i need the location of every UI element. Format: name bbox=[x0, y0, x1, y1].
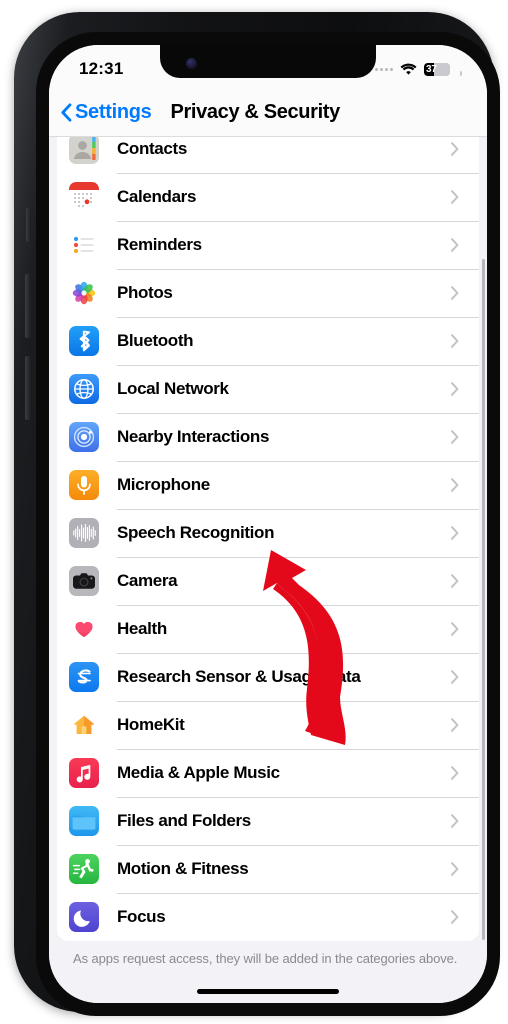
list-item-label: Microphone bbox=[117, 475, 210, 494]
chevron-right-icon bbox=[451, 382, 459, 396]
list-item[interactable]: Files and Folders bbox=[57, 797, 479, 845]
chevron-right-icon bbox=[451, 334, 459, 348]
list-item[interactable]: Camera bbox=[57, 557, 479, 605]
reminders-icon bbox=[69, 230, 99, 260]
list-item-label: Research Sensor & Usage Data bbox=[117, 667, 361, 686]
list-item[interactable]: Media & Apple Music bbox=[57, 749, 479, 797]
list-footnote: As apps request access, they will be add… bbox=[73, 951, 458, 966]
chevron-right-icon bbox=[451, 670, 459, 684]
list-item-label: HomeKit bbox=[117, 715, 185, 734]
list-item-label: Motion & Fitness bbox=[117, 859, 249, 878]
list-item[interactable]: Motion & Fitness bbox=[57, 845, 479, 893]
motion-fitness-icon bbox=[69, 854, 99, 884]
photos-icon bbox=[69, 278, 99, 308]
list-item-label: Health bbox=[117, 619, 167, 638]
local-network-icon bbox=[69, 374, 99, 404]
privacy-permissions-list: Contacts Calendars Reminders Photos Blue… bbox=[57, 137, 479, 941]
list-item[interactable]: Bluetooth bbox=[57, 317, 479, 365]
chevron-right-icon bbox=[451, 286, 459, 300]
settings-scroll-view[interactable]: Contacts Calendars Reminders Photos Blue… bbox=[49, 137, 487, 1003]
list-item[interactable]: Speech Recognition bbox=[57, 509, 479, 557]
list-item[interactable]: Research Sensor & Usage Data bbox=[57, 653, 479, 701]
list-item-label: Calendars bbox=[117, 187, 197, 206]
battery-icon: 37 bbox=[424, 62, 450, 76]
list-item[interactable]: Calendars bbox=[57, 173, 479, 221]
status-time: 12:31 bbox=[79, 59, 124, 78]
list-item-label: Files and Folders bbox=[117, 811, 251, 830]
chevron-right-icon bbox=[451, 862, 459, 876]
list-item[interactable]: Contacts bbox=[57, 137, 479, 173]
signal-dots-icon bbox=[375, 67, 393, 71]
list-item-label: Media & Apple Music bbox=[117, 763, 280, 782]
wifi-icon bbox=[400, 63, 417, 76]
notch bbox=[160, 45, 376, 78]
chevron-right-icon bbox=[451, 766, 459, 780]
list-item-label: Bluetooth bbox=[117, 331, 194, 350]
list-item[interactable]: Focus bbox=[57, 893, 479, 941]
list-item-label: Photos bbox=[117, 283, 173, 302]
research-sensor-icon bbox=[69, 662, 99, 692]
list-item-label: Speech Recognition bbox=[117, 523, 275, 542]
page-title: Privacy & Security bbox=[170, 101, 341, 123]
list-item-label: Camera bbox=[117, 571, 178, 590]
chevron-right-icon bbox=[451, 718, 459, 732]
chevron-right-icon bbox=[451, 814, 459, 828]
speech-recognition-icon bbox=[69, 518, 99, 548]
chevron-right-icon bbox=[451, 190, 459, 204]
focus-icon bbox=[69, 902, 99, 932]
battery-percent: 37 bbox=[426, 63, 437, 75]
calendars-icon bbox=[69, 182, 99, 212]
list-item[interactable]: Nearby Interactions bbox=[57, 413, 479, 461]
chevron-left-icon bbox=[60, 103, 72, 122]
screenshot-root: 12:31 37 Settings Privacy & Security Con… bbox=[0, 0, 508, 1024]
list-item[interactable]: Local Network bbox=[57, 365, 479, 413]
battery-cap-icon bbox=[460, 70, 462, 76]
phone-body: 12:31 37 Settings Privacy & Security Con… bbox=[14, 12, 500, 1016]
list-item-label: Contacts bbox=[117, 139, 187, 158]
chevron-right-icon bbox=[451, 574, 459, 588]
phone-screen: 12:31 37 Settings Privacy & Security Con… bbox=[49, 45, 487, 1003]
bluetooth-icon bbox=[69, 326, 99, 356]
health-icon bbox=[69, 614, 99, 644]
list-item[interactable]: Reminders bbox=[57, 221, 479, 269]
back-button-label: Settings bbox=[75, 101, 152, 123]
microphone-icon bbox=[69, 470, 99, 500]
back-button[interactable]: Settings bbox=[60, 101, 152, 124]
chevron-right-icon bbox=[451, 526, 459, 540]
status-indicators: 37 bbox=[375, 62, 462, 76]
camera-icon bbox=[69, 566, 99, 596]
list-item[interactable]: HomeKit bbox=[57, 701, 479, 749]
chevron-right-icon bbox=[451, 478, 459, 492]
volume-up-button[interactable] bbox=[25, 274, 31, 338]
list-item-label: Nearby Interactions bbox=[117, 427, 270, 446]
mute-switch-button[interactable] bbox=[26, 208, 31, 242]
homekit-icon bbox=[69, 710, 99, 740]
chevron-right-icon bbox=[451, 142, 459, 156]
chevron-right-icon bbox=[451, 430, 459, 444]
list-item[interactable]: Microphone bbox=[57, 461, 479, 509]
contacts-icon bbox=[69, 137, 99, 164]
chevron-right-icon bbox=[451, 910, 459, 924]
chevron-right-icon bbox=[451, 622, 459, 636]
list-item-label: Reminders bbox=[117, 235, 202, 254]
media-apple-music-icon bbox=[69, 758, 99, 788]
list-item-label: Focus bbox=[117, 907, 166, 926]
list-item-label: Local Network bbox=[117, 379, 229, 398]
volume-down-button[interactable] bbox=[25, 356, 31, 420]
vertical-scrollbar[interactable] bbox=[481, 259, 485, 940]
nearby-interactions-icon bbox=[69, 422, 99, 452]
navigation-bar: Settings Privacy & Security bbox=[49, 89, 487, 137]
home-indicator[interactable] bbox=[197, 989, 339, 994]
front-camera-icon bbox=[186, 58, 197, 69]
list-item[interactable]: Health bbox=[57, 605, 479, 653]
list-item[interactable]: Photos bbox=[57, 269, 479, 317]
chevron-right-icon bbox=[451, 238, 459, 252]
files-and-folders-icon bbox=[69, 806, 99, 836]
